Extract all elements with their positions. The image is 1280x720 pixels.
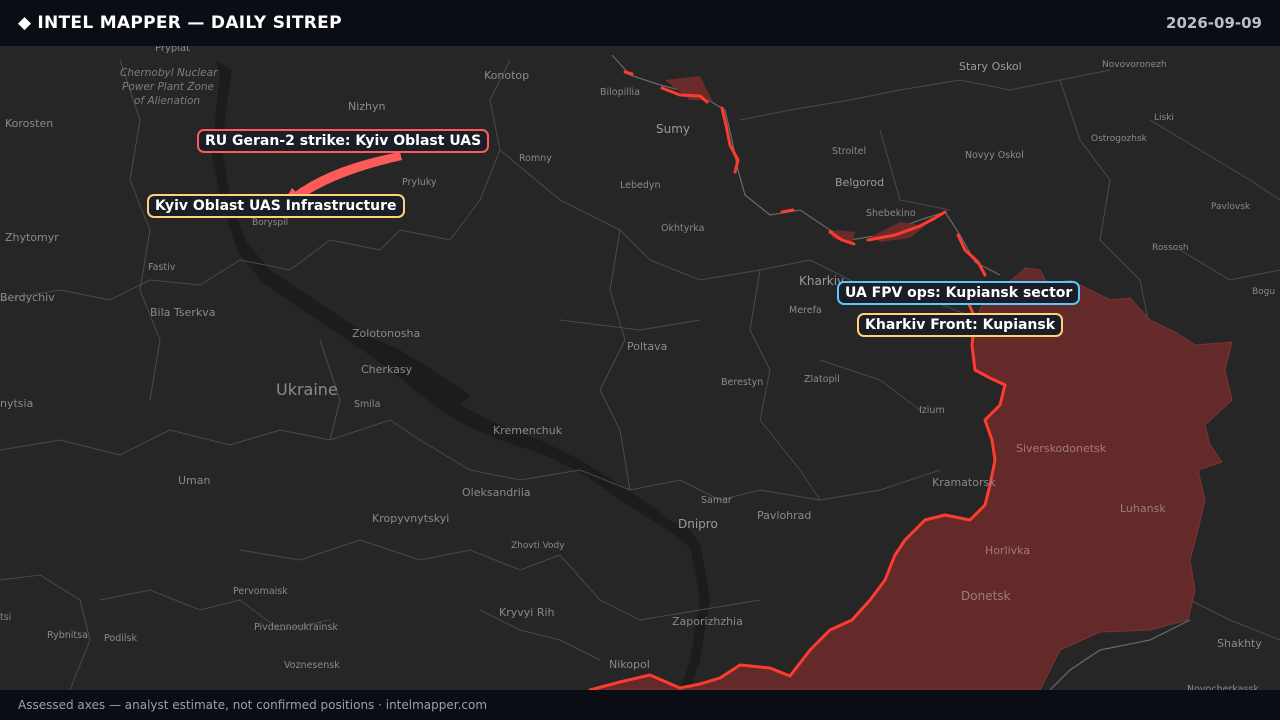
label-boryspil: Boryspil	[252, 218, 288, 228]
label-donetsk: Donetsk	[961, 589, 1011, 603]
label-horlivka: Horlivka	[985, 544, 1030, 557]
label-kremenchuk: Kremenchuk	[493, 424, 563, 437]
callout-kharkiv-front[interactable]: Kharkiv Front: Kupiansk	[857, 313, 1064, 337]
top-bar: ◆ INTEL MAPPER — DAILY SITREP 2026-09-09	[0, 0, 1280, 46]
label-izium: Izium	[919, 405, 945, 416]
label-merefa: Merefa	[789, 305, 822, 316]
callout-kyiv-uas[interactable]: Kyiv Oblast UAS Infrastructure	[147, 194, 405, 218]
label-pavlovsk: Pavlovsk	[1211, 202, 1251, 212]
label-zlatopil: Zlatopil	[804, 374, 840, 385]
label-bila-tserkva: Bila Tserkva	[150, 306, 215, 319]
report-date: 2026-09-09	[1166, 14, 1262, 32]
label-tsi: tsi	[0, 612, 11, 623]
label-oleksandriia: Oleksandriia	[462, 486, 531, 499]
label-rybnitsa: Rybnitsa	[47, 630, 88, 641]
label-dnipro: Dnipro	[678, 517, 718, 531]
label-stary-oskol: Stary Oskol	[959, 60, 1022, 73]
label-rossosh: Rossosh	[1152, 243, 1189, 253]
label-shebekino: Shebekino	[866, 208, 916, 219]
label-stroitel: Stroitel	[832, 146, 866, 157]
label-sumy: Sumy	[656, 122, 690, 136]
label-zhytomyr: Zhytomyr	[5, 231, 59, 244]
label-nikopol: Nikopol	[609, 658, 650, 671]
label-nytsia: nytsia	[0, 397, 33, 410]
label-lebedyn: Lebedyn	[620, 180, 661, 191]
title-text: INTEL MAPPER — DAILY SITREP	[37, 13, 342, 33]
label-kropyvnytskyi: Kropyvnytskyi	[372, 512, 449, 525]
diamond-icon: ◆	[18, 13, 32, 33]
label-fastiv: Fastiv	[148, 262, 176, 273]
callout-ua-fpv[interactable]: UA FPV ops: Kupiansk sector	[837, 281, 1081, 305]
label-bilopillia: Bilopillia	[600, 87, 640, 98]
label-bogu: Bogu	[1252, 287, 1275, 297]
label-belgorod: Belgorod	[835, 176, 884, 189]
label-voznesensk: Voznesensk	[284, 660, 340, 671]
label-kramatorsk: Kramatorsk	[932, 476, 996, 489]
label-pervomaisk: Pervomaisk	[233, 586, 288, 597]
label-zhovti-vody: Zhovti Vody	[511, 541, 565, 551]
label-shakhty: Shakhty	[1217, 637, 1262, 650]
label-chernobyl: Chernobyl Nuclear	[120, 67, 218, 79]
app-title: ◆ INTEL MAPPER — DAILY SITREP	[18, 13, 342, 33]
label-siverskodonetsk: Siverskodonetsk	[1016, 442, 1107, 455]
label-samar: Samar	[701, 495, 732, 506]
label-chernobyl: of Alienation	[134, 95, 200, 107]
label-berestyn: Berestyn	[721, 377, 763, 388]
label-novovoronezh: Novovoronezh	[1102, 60, 1167, 70]
label-uman: Uman	[178, 474, 211, 487]
label-cherkasy: Cherkasy	[361, 363, 413, 376]
label-pivdennoukrainsk: Pivdennoukrainsk	[254, 622, 338, 633]
label-berdychiv: Berdychiv	[0, 291, 55, 304]
label-kryvyi-rih: Kryvyi Rih	[499, 606, 555, 619]
label-korosten: Korosten	[5, 117, 53, 130]
label-romny: Romny	[519, 153, 552, 164]
label-nizhyn: Nizhyn	[348, 100, 386, 113]
label-pryluky: Pryluky	[402, 177, 437, 188]
label-novyy-oskol: Novyy Oskol	[965, 150, 1024, 161]
label-poltava: Poltava	[627, 340, 667, 353]
label-luhansk: Luhansk	[1120, 502, 1166, 515]
label-pavlohrad: Pavlohrad	[757, 509, 811, 522]
label-konotop: Konotop	[484, 69, 529, 82]
label-podilsk: Podilsk	[104, 633, 137, 644]
label-okhtyrka: Okhtyrka	[661, 223, 704, 234]
callout-ru-strike[interactable]: RU Geran-2 strike: Kyiv Oblast UAS	[197, 129, 490, 153]
label-zaporizhzhia: Zaporizhzhia	[672, 615, 743, 628]
label-liski: Liski	[1154, 113, 1174, 123]
label-ostrogozhsk: Ostrogozhsk	[1091, 134, 1148, 144]
label-ukraine: Ukraine	[276, 380, 338, 399]
label-zolotonosha: Zolotonosha	[352, 327, 420, 340]
label-chernobyl: Power Plant Zone	[122, 81, 214, 93]
footer-disclaimer: Assessed axes — analyst estimate, not co…	[0, 690, 1280, 720]
label-smila: Smila	[354, 399, 380, 410]
map-canvas[interactable]: Prypiat Chernobyl Nuclear Power Plant Zo…	[0, 0, 1280, 720]
